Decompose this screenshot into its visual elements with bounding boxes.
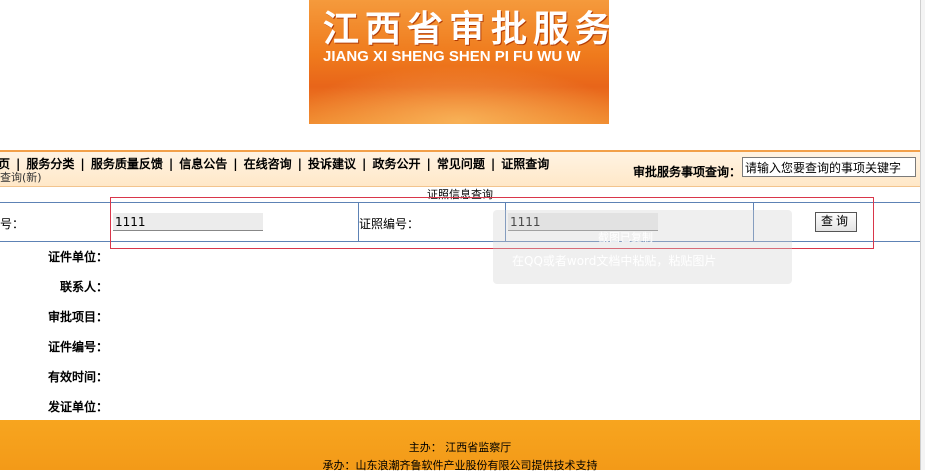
result-label-unit: 证件单位： (47, 250, 108, 264)
result-label-number: 证件编号： (47, 340, 108, 354)
nav-item-online-consult[interactable]: 在线咨询 (244, 155, 292, 172)
site-footer: 主办： 江西省监察厅 承办：山东浪潮齐鲁软件产业股份有限公司提供技术支持 (0, 420, 920, 472)
vertical-scrollbar[interactable] (920, 0, 925, 470)
banner-title-en: JIANG XI SHENG SHEN PI FU WU W (323, 48, 581, 65)
nav-item-feedback[interactable]: 服务质量反馈 (91, 155, 163, 172)
nav-separator: | (426, 157, 431, 171)
nav-separator: | (233, 157, 238, 171)
nav-separator: | (168, 157, 174, 171)
nav-item-license-query[interactable]: 证照查询 (501, 155, 549, 172)
result-label-validity: 有效时间： (47, 370, 108, 384)
service-search-input[interactable] (742, 157, 916, 177)
holder-field-label: 号： (0, 217, 25, 231)
nav-item-faq[interactable]: 常见问题 (437, 155, 485, 172)
cell-divider (110, 203, 111, 241)
nav-separator: | (80, 157, 85, 171)
result-label-contact: 联系人： (59, 280, 108, 294)
site-banner: 江西省审批服务 JIANG XI SHENG SHEN PI FU WU W (309, 0, 609, 124)
nav-item-announcements[interactable]: 信息公告 (179, 155, 227, 172)
nav-item-complaints[interactable]: 投诉建议 (308, 155, 356, 172)
nav-separator: | (297, 157, 303, 171)
banner-title-cn: 江西省审批服务 (323, 8, 609, 50)
nav-menu: 首页|服务分类|服务质量反馈|信息公告|在线咨询|投诉建议|政务公开|常见问题|… (0, 155, 549, 172)
footer-support: 承办：山东浪潮齐鲁软件产业股份有限公司提供技术支持 (322, 459, 598, 472)
query-button[interactable]: 查询 (815, 212, 857, 232)
main-nav: 首页|服务分类|服务质量反馈|信息公告|在线咨询|投诉建议|政务公开|常见问题|… (0, 150, 920, 187)
nav-separator: | (490, 157, 496, 171)
nav-item-gov-affairs[interactable]: 政务公开 (372, 155, 420, 172)
query-title: 证照信息查询 (427, 188, 493, 201)
tooltip-title: 截图已复制 (598, 231, 653, 244)
result-label-item: 审批项目： (47, 310, 108, 324)
banner-glow (309, 65, 609, 124)
nav-sub-link[interactable]: 查询(新) (0, 169, 42, 185)
tooltip-message: 在QQ或者word文档中粘贴，粘贴图片 (512, 254, 717, 268)
footer-host: 主办： 江西省监察厅 (408, 441, 512, 454)
license-number-label: 证照编号： (359, 217, 420, 231)
holder-input[interactable] (113, 213, 263, 231)
nav-separator: | (362, 157, 367, 171)
copy-tooltip (493, 210, 792, 284)
service-search-label: 审批服务事项查询： (633, 165, 742, 179)
result-label-issuer: 发证单位： (47, 400, 108, 414)
